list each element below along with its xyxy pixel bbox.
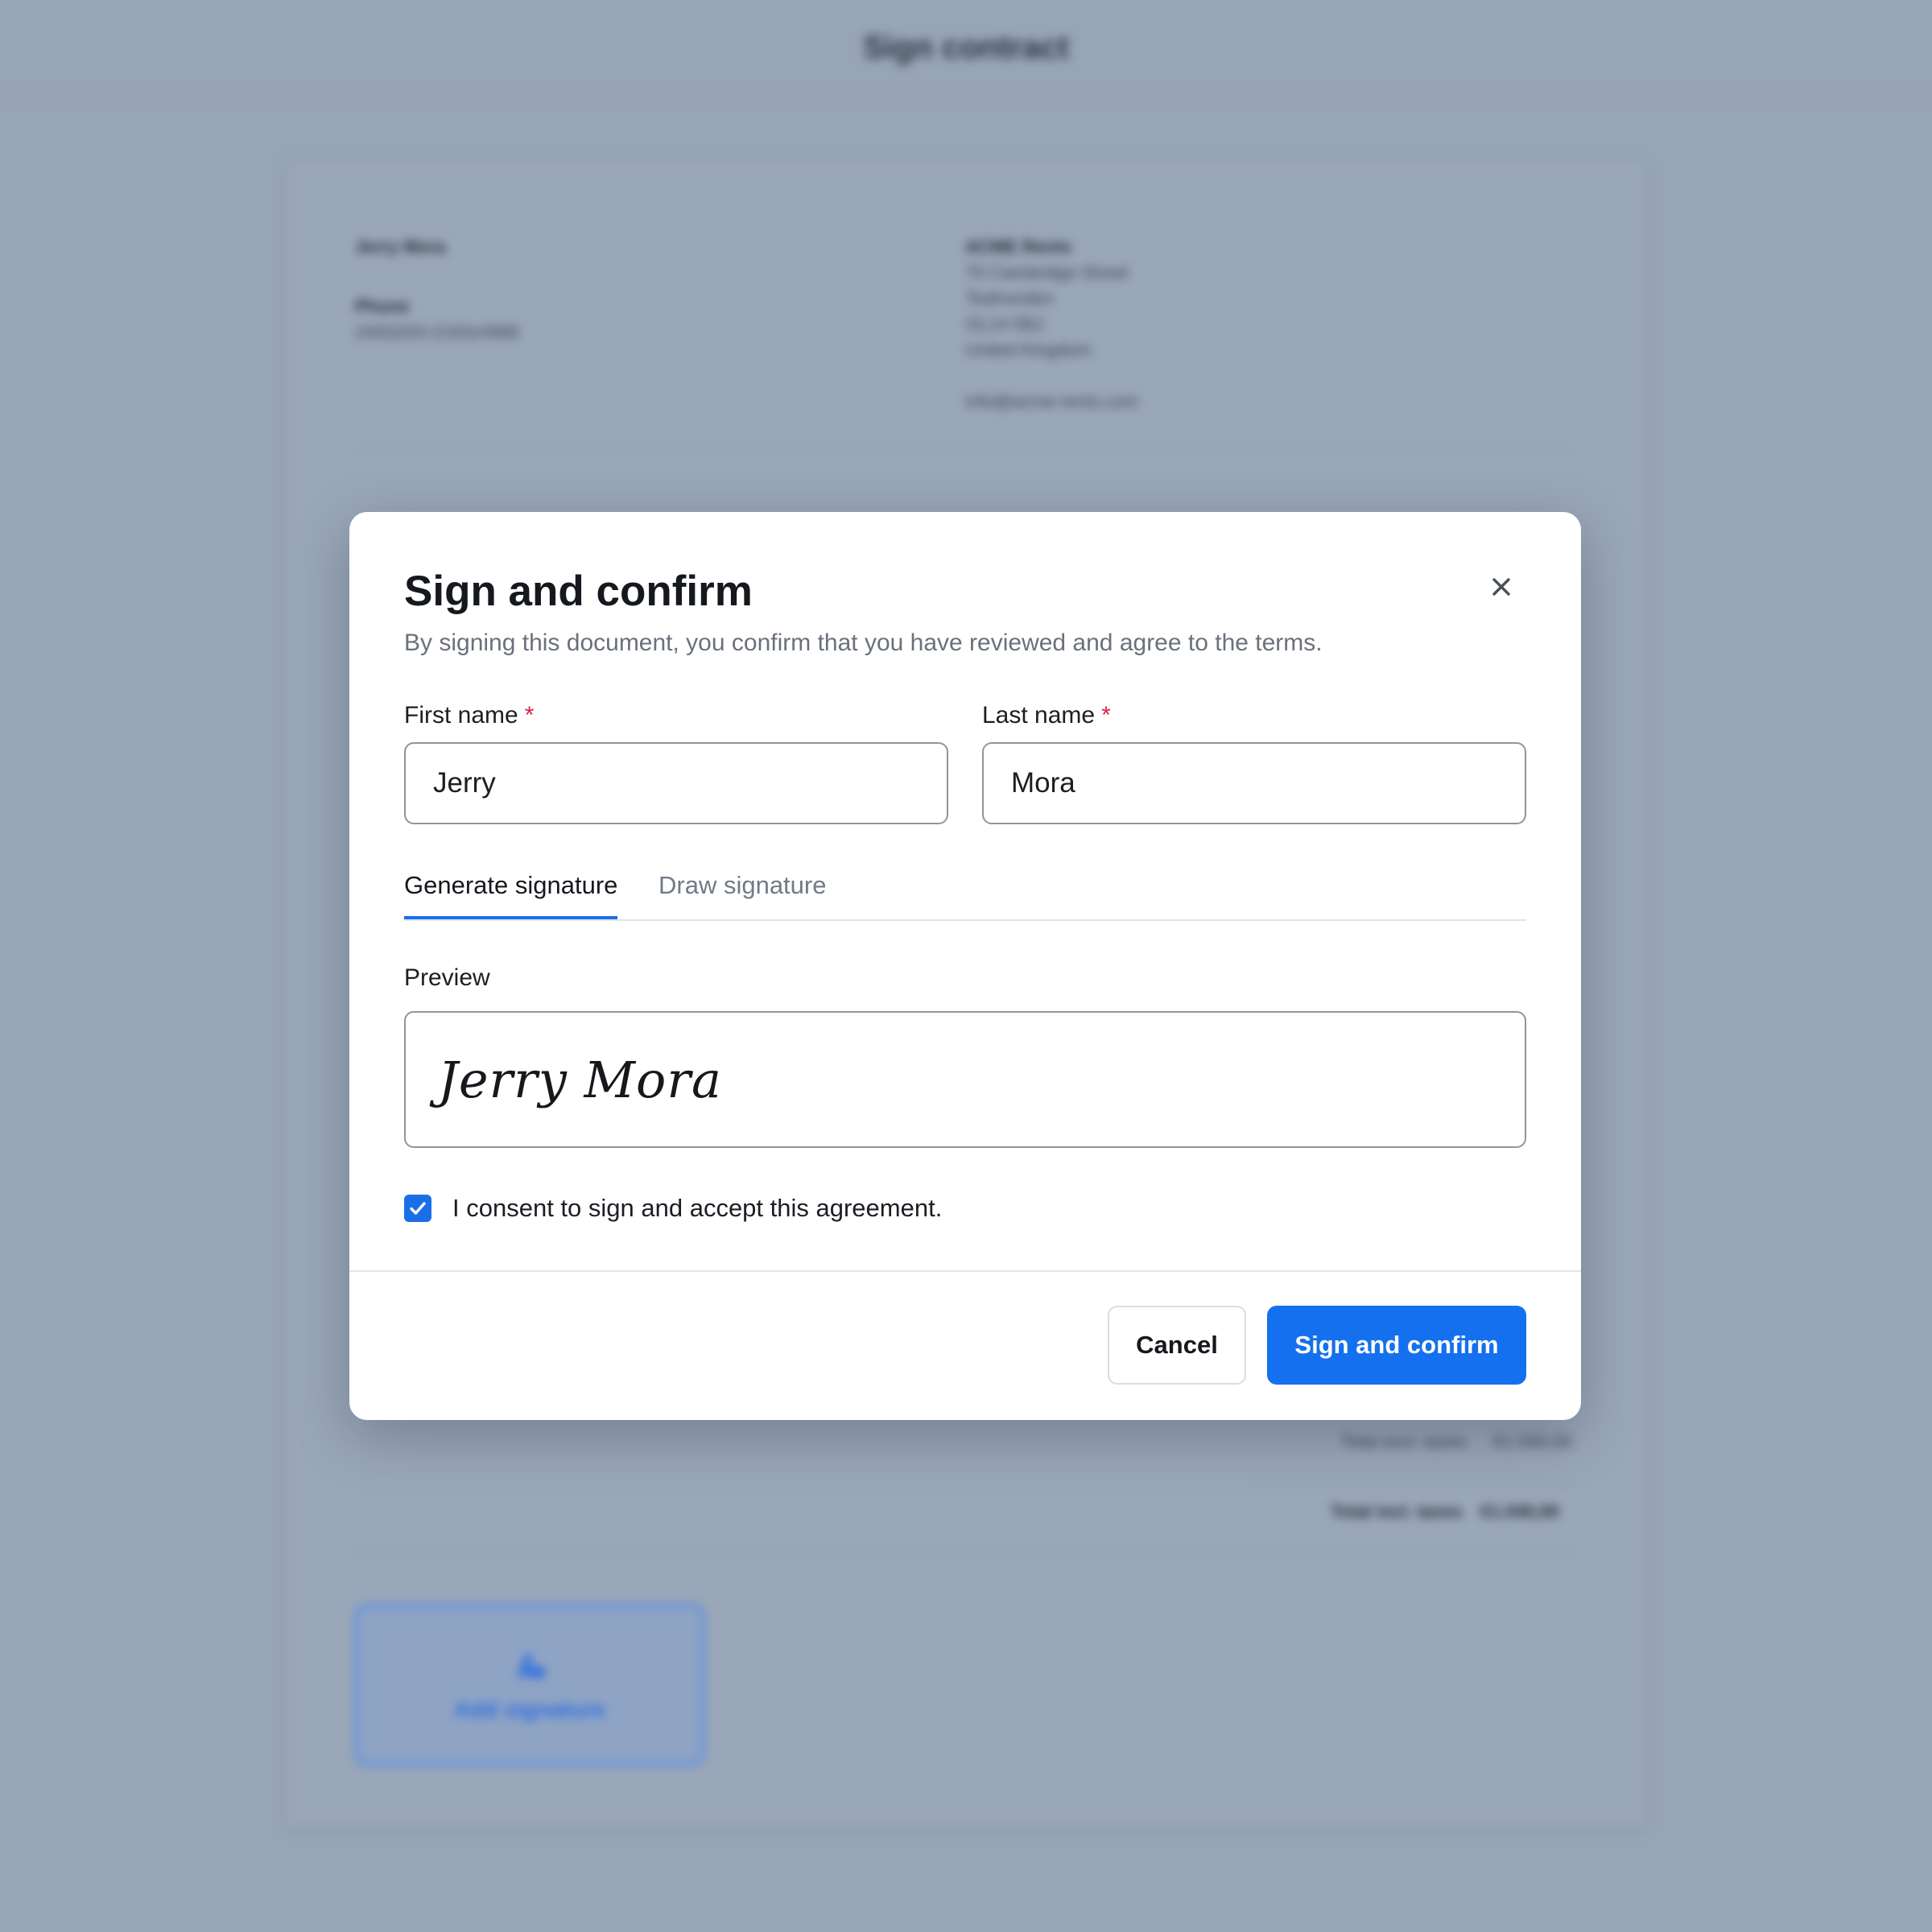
sign-confirm-dialog: Sign and confirm By signing this documen… xyxy=(349,512,1581,1420)
dialog-subtitle: By signing this document, you confirm th… xyxy=(404,630,1323,656)
company-address-line: 70 Cambridge Street xyxy=(965,262,1129,283)
signature-preview: Jerry Mora xyxy=(404,1011,1526,1148)
close-button[interactable] xyxy=(1480,565,1523,609)
company-address-line: Todmorden xyxy=(965,288,1055,308)
tab-generate-signature[interactable]: Generate signature xyxy=(404,871,618,919)
consent-label[interactable]: I consent to sign and accept this agreem… xyxy=(452,1194,942,1223)
checkmark-icon xyxy=(410,1202,426,1215)
first-name-label-text: First name xyxy=(404,702,518,729)
company-address-line: OL14 5BJ xyxy=(965,314,1044,334)
sign-and-confirm-button[interactable]: Sign and confirm xyxy=(1267,1306,1526,1385)
dialog-title: Sign and confirm xyxy=(404,568,753,615)
phone-value: (440)203-2163x4986 xyxy=(355,322,520,342)
first-name-input[interactable] xyxy=(404,742,948,824)
last-name-label: Last name * xyxy=(982,702,1111,729)
divider xyxy=(355,1550,1577,1552)
company-address-line: United Kingdom xyxy=(965,340,1092,360)
consent-checkbox[interactable] xyxy=(404,1195,431,1222)
page-title: Sign contract xyxy=(863,29,1069,65)
required-mark: * xyxy=(1101,702,1111,729)
cancel-button[interactable]: Cancel xyxy=(1108,1306,1246,1385)
company-email: info@acme-rents.com xyxy=(965,391,1139,411)
total-excl-label: Total excl. taxes xyxy=(1340,1431,1467,1451)
required-mark: * xyxy=(524,702,535,729)
divider xyxy=(355,451,1577,452)
first-name-label: First name * xyxy=(404,702,534,729)
preview-label: Preview xyxy=(404,964,490,991)
signature-pen-icon xyxy=(517,1653,547,1678)
total-incl-value: €1.040,00 xyxy=(1480,1501,1559,1521)
divider xyxy=(1252,1481,1577,1483)
total-excl-value: €1.040,00 xyxy=(1493,1431,1572,1451)
last-name-label-text: Last name xyxy=(982,702,1096,729)
add-signature-label: Add signature xyxy=(453,1697,606,1722)
last-name-input[interactable] xyxy=(982,742,1526,824)
tabs-divider xyxy=(404,919,1526,921)
company-name: ACME Rents xyxy=(965,237,1072,257)
total-incl-label: Total incl. taxes xyxy=(1331,1501,1463,1521)
phone-label: Phone xyxy=(355,296,410,316)
footer-divider xyxy=(349,1270,1581,1272)
signature-preview-text: Jerry Mora xyxy=(438,1050,722,1109)
close-icon xyxy=(1492,578,1510,596)
tab-draw-signature[interactable]: Draw signature xyxy=(658,871,826,916)
add-signature-button[interactable]: Add signature xyxy=(354,1604,705,1766)
page-header: Sign contract xyxy=(0,0,1932,97)
customer-name: Jerry Mora xyxy=(355,237,446,257)
